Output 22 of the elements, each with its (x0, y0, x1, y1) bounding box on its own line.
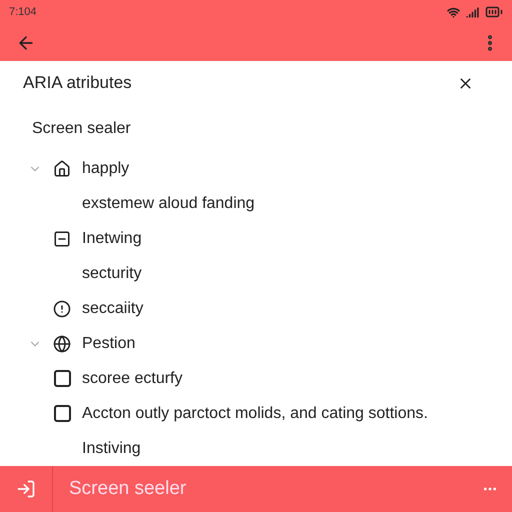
item-label[interactable]: Inetwing (82, 226, 142, 250)
wifi-icon (447, 6, 460, 18)
item-label: secturity (82, 264, 142, 284)
item-label[interactable]: happly (82, 156, 130, 180)
item-label[interactable]: scoree ecturfy (82, 366, 182, 390)
checkbox[interactable] (54, 370, 70, 387)
item-label: exstemew aloud fanding (82, 194, 255, 214)
item-label: Instiving (82, 438, 141, 458)
item-label[interactable]: Pestion (82, 332, 136, 356)
home-icon (53, 160, 71, 178)
checkbox[interactable] (54, 405, 70, 422)
status-time: 7:104 (9, 4, 37, 20)
enter-icon[interactable] (16, 479, 36, 499)
item-label[interactable]: seccaiity (82, 296, 144, 320)
globe-icon (53, 334, 71, 352)
bottom-title: Screen seeler (69, 476, 186, 501)
item-label[interactable]: Accton outly parctoct molids, and cating sottions. (82, 402, 428, 426)
panel-subtitle: Screen sealer (32, 119, 131, 139)
alert-circle-icon (53, 300, 71, 318)
signal-icon (466, 6, 479, 18)
panel-title: ARIA atributes (23, 72, 132, 94)
minus-square-icon (53, 230, 71, 248)
